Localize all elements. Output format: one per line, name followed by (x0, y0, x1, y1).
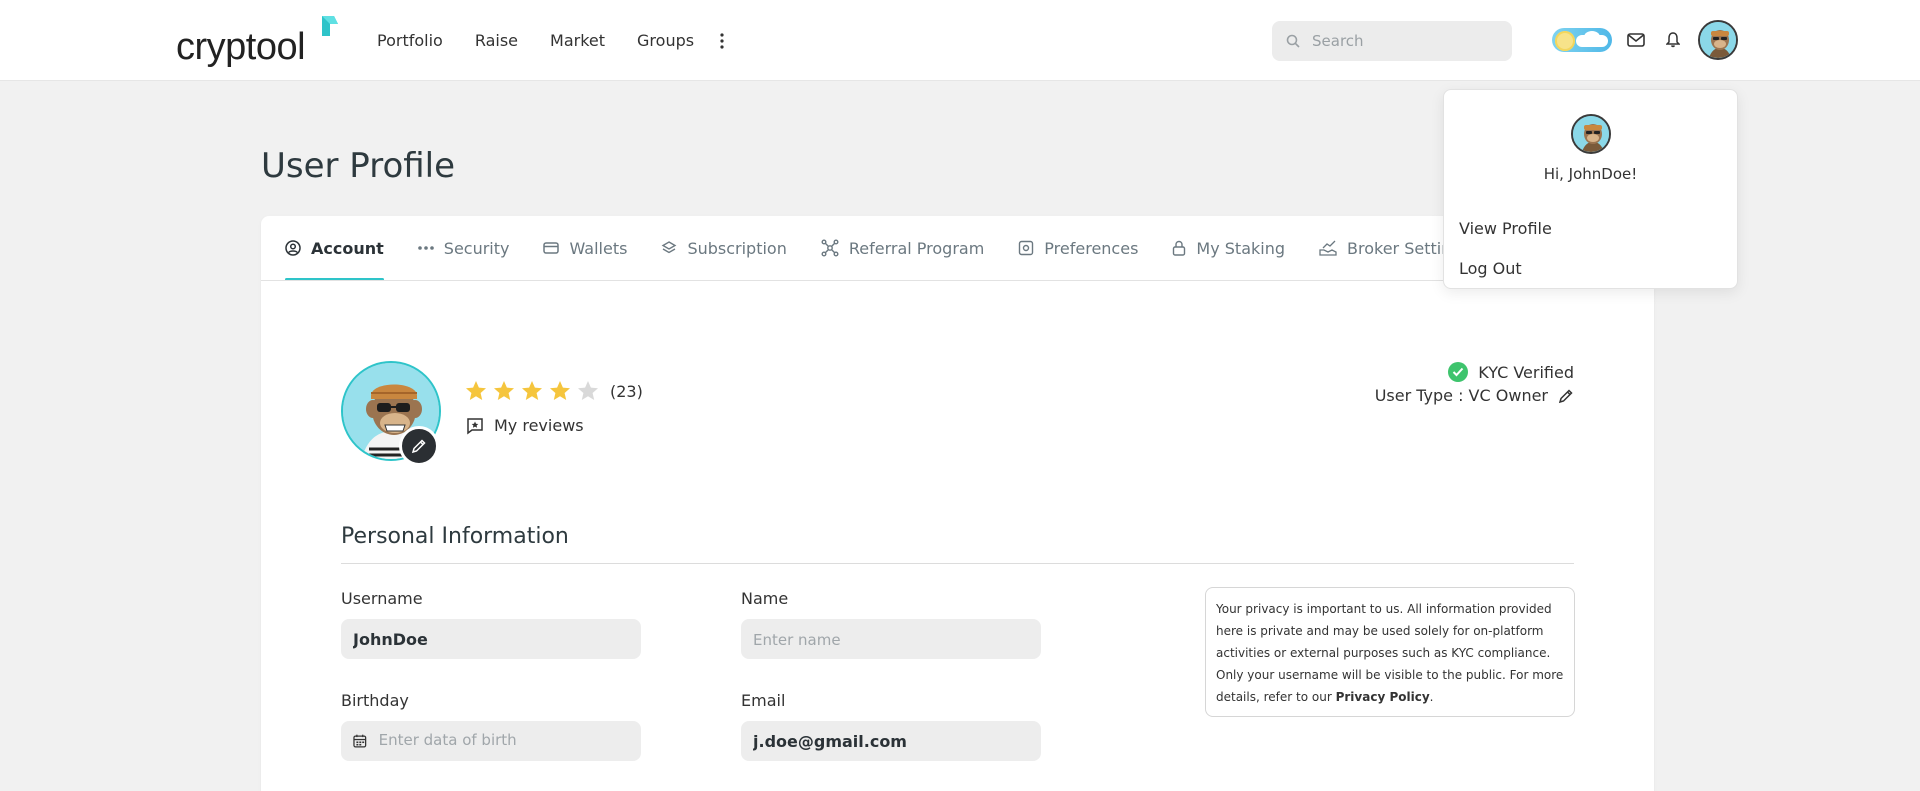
name-label: Name (741, 589, 789, 608)
ape-avatar-icon (1573, 116, 1609, 152)
star-filled-icon (522, 381, 542, 400)
tab-subscription[interactable]: Subscription (661, 216, 787, 280)
user-type-label: User Type : VC Owner (1374, 386, 1548, 405)
pencil-icon (411, 439, 426, 454)
check-circle-icon (1448, 362, 1469, 382)
email-input[interactable] (753, 731, 1023, 751)
reviews-label: My reviews (494, 416, 584, 435)
log-out-item[interactable]: Log Out (1459, 259, 1522, 278)
tab-label: My Staking (1196, 238, 1286, 258)
user-dropdown-menu: Hi, JohnDoe! View Profile Log Out (1443, 89, 1738, 289)
tab-label: Security (443, 238, 510, 258)
section-divider (341, 563, 1574, 564)
tab-my-staking[interactable]: My Staking (1172, 216, 1285, 280)
nav-market[interactable]: Market (550, 31, 605, 50)
search-input[interactable] (1312, 32, 1492, 50)
username-input[interactable] (353, 629, 623, 649)
tab-preferences[interactable]: Preferences (1018, 216, 1138, 280)
search-icon (1286, 34, 1300, 48)
my-reviews-link[interactable]: My reviews (466, 416, 584, 435)
bell-icon[interactable] (1661, 28, 1685, 52)
theme-toggle[interactable] (1552, 28, 1612, 52)
username-field[interactable] (341, 619, 641, 659)
pencil-icon[interactable] (1558, 388, 1574, 404)
sun-icon (1555, 31, 1575, 51)
nav-portfolio[interactable]: Portfolio (377, 31, 443, 50)
main-nav: Portfolio Raise Market Groups (377, 0, 730, 81)
cloud-icon-base (1576, 35, 1608, 47)
dropdown-greeting: Hi, JohnDoe! (1543, 165, 1638, 183)
wallet-icon (543, 242, 560, 254)
dropdown-avatar (1571, 114, 1611, 154)
tab-account[interactable]: Account (285, 216, 384, 281)
tab-referral-program[interactable]: Referral Program (821, 216, 984, 280)
chart-hand-icon (1319, 240, 1337, 256)
star-filled-icon (466, 381, 486, 400)
more-vertical-icon[interactable] (714, 29, 730, 53)
nav-groups[interactable]: Groups (637, 31, 694, 50)
page-title: User Profile (261, 146, 456, 186)
username-label: Username (341, 589, 423, 608)
name-input[interactable] (753, 629, 1023, 649)
birthday-input[interactable] (378, 733, 641, 749)
email-field[interactable] (741, 721, 1041, 761)
privacy-policy-link[interactable]: Privacy Policy (1336, 690, 1430, 704)
rating-count: (23) (610, 381, 643, 401)
nav-raise[interactable]: Raise (475, 31, 518, 50)
name-field[interactable] (741, 619, 1041, 659)
star-filled-icon (550, 381, 570, 400)
privacy-notice: Your privacy is important to us. All inf… (1205, 587, 1575, 717)
rating-stars: (23) (464, 379, 643, 403)
privacy-text: Your privacy is important to us. All inf… (1216, 602, 1564, 704)
tab-wallets[interactable]: Wallets (543, 216, 627, 280)
birthday-label: Birthday (341, 691, 409, 710)
star-filled-icon (494, 381, 514, 400)
view-profile-item[interactable]: View Profile (1459, 219, 1552, 238)
edit-avatar-button[interactable] (399, 426, 439, 466)
mail-icon[interactable] (1624, 28, 1648, 52)
layers-icon (662, 241, 677, 254)
section-title: Personal Information (341, 524, 569, 549)
settings-box-icon (1019, 240, 1034, 256)
birthday-field[interactable] (341, 721, 641, 761)
user-circle-icon (285, 240, 301, 256)
star-empty-icon (578, 381, 598, 400)
review-star-icon (467, 417, 483, 434)
tab-label: Subscription (687, 238, 787, 258)
network-icon (821, 239, 839, 257)
email-label: Email (741, 691, 786, 710)
ape-avatar-icon (1700, 22, 1736, 58)
kyc-label: KYC Verified (1478, 362, 1574, 382)
logo-mark-icon (322, 16, 338, 36)
user-avatar-button[interactable] (1698, 20, 1738, 60)
cryptool-logo[interactable]: cryptool (176, 14, 338, 68)
lock-icon (1173, 240, 1186, 256)
logo-text: cryptool (176, 26, 306, 68)
tab-label: Preferences (1044, 238, 1139, 258)
kyc-status: KYC Verified (1448, 362, 1574, 382)
search-box[interactable] (1272, 21, 1512, 61)
tab-label: Account (311, 238, 384, 258)
tab-label: Referral Program (848, 238, 985, 258)
privacy-end: . (1429, 690, 1434, 704)
profile-card: Account Security Wallets Subscription Re… (261, 216, 1654, 791)
calendar-icon (353, 734, 367, 748)
tab-security[interactable]: Security (417, 216, 510, 280)
password-dots-icon (417, 246, 434, 250)
profile-tabs: Account Security Wallets Subscription Re… (285, 216, 1504, 281)
user-type: User Type : VC Owner (1375, 386, 1574, 405)
top-navbar: cryptool Portfolio Raise Market Groups (0, 0, 1920, 81)
tab-label: Wallets (569, 238, 628, 258)
